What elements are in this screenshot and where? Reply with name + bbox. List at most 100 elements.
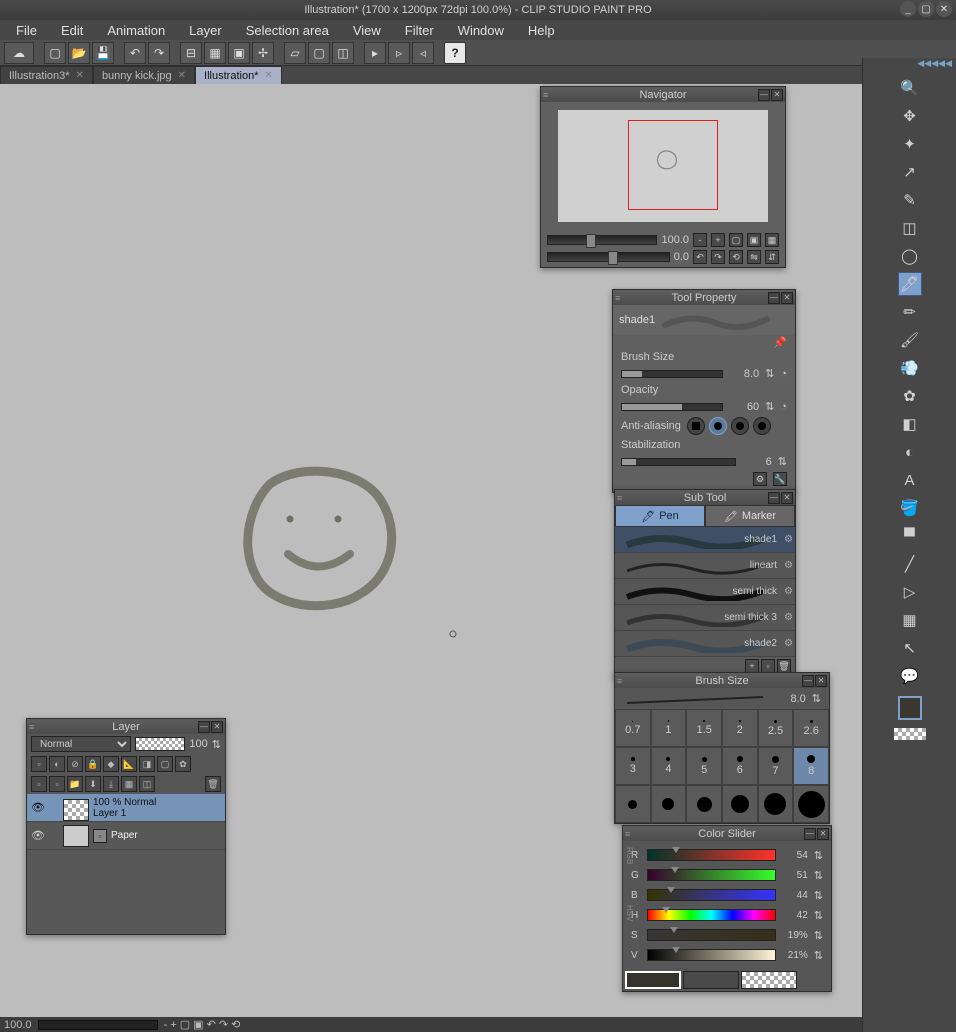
line-tool[interactable]: ╱ — [898, 552, 922, 576]
tab-2[interactable]: Illustration*✕ — [195, 66, 282, 84]
grid-button[interactable]: ▦ — [765, 233, 779, 247]
color-slider-panel[interactable]: ≡Color Slider —✕ RGB HSV R54⇅ G51⇅ B44⇅ … — [622, 825, 832, 992]
snap-ruler-button[interactable]: ▸ — [364, 42, 386, 64]
subtab-pen[interactable]: 🖊Pen — [615, 505, 705, 527]
close-icon[interactable]: ✕ — [781, 292, 793, 304]
bs-1.5[interactable]: 1.5 — [686, 709, 722, 747]
blend-mode-select[interactable]: Normal — [31, 736, 131, 752]
new-file-button[interactable]: ▢ — [44, 42, 66, 64]
color-code-button[interactable]: ◨ — [139, 756, 155, 772]
bs-7[interactable]: 7 — [758, 747, 794, 785]
h-slider[interactable] — [647, 909, 776, 921]
bs-2[interactable]: 2 — [722, 709, 758, 747]
navigator-preview[interactable] — [541, 102, 785, 230]
stepper-icon[interactable]: ⇅ — [814, 929, 823, 942]
bs-2.6[interactable]: 2.6 — [793, 709, 829, 747]
background-swatch[interactable] — [683, 971, 739, 989]
fill-fit-button[interactable]: ▣ — [747, 233, 761, 247]
close-icon[interactable]: ✕ — [211, 721, 223, 733]
navigator-view-rect[interactable] — [628, 120, 718, 210]
move-tool[interactable]: ✥ — [898, 104, 922, 128]
layer-row-0[interactable]: 👁 100 % NormalLayer 1 — [27, 794, 225, 822]
bs-4[interactable]: 4 — [651, 747, 687, 785]
balloon-tool[interactable]: 💬 — [898, 664, 922, 688]
fill-tool[interactable]: 🪣 — [898, 496, 922, 520]
maximize-button[interactable]: ▢ — [918, 1, 934, 17]
ref-layer-button[interactable]: ◆ — [103, 756, 119, 772]
stepper-icon[interactable]: ⇅ — [814, 849, 823, 862]
tab-1[interactable]: bunny kick.jpg✕ — [93, 66, 195, 84]
stabilization-slider[interactable] — [621, 458, 736, 466]
lock-alpha-button[interactable]: ⊘ — [67, 756, 83, 772]
minimize-icon[interactable]: — — [804, 828, 816, 840]
snap-grid-button[interactable]: ◃ — [412, 42, 434, 64]
b-slider[interactable] — [647, 889, 776, 901]
layer-move-tool[interactable]: ↗ — [898, 160, 922, 184]
stepper-icon[interactable]: ⇅ — [765, 400, 774, 413]
menu-icon[interactable]: ≡ — [617, 676, 622, 686]
duplicate-subtool-button[interactable]: ▫ — [761, 659, 775, 673]
clear-button[interactable]: ⊟ — [180, 42, 202, 64]
menu-help[interactable]: Help — [516, 21, 567, 40]
gear-icon[interactable]: ⚙ — [784, 534, 793, 545]
stepper-icon[interactable]: ⇅ — [814, 909, 823, 922]
add-subtool-button[interactable]: + — [745, 659, 759, 673]
palette-collapse-arrows[interactable]: ◀◀◀◀◀ — [863, 58, 956, 70]
open-file-button[interactable]: 📂 — [68, 42, 90, 64]
pencil-tool[interactable]: ✏ — [898, 300, 922, 324]
airbrush-tool[interactable]: 💨 — [898, 356, 922, 380]
menu-icon[interactable]: ≡ — [543, 90, 548, 100]
border-button[interactable]: ◫ — [332, 42, 354, 64]
lock-pixel-button[interactable]: ◐ — [49, 756, 65, 772]
crop-button[interactable]: ▢ — [308, 42, 330, 64]
ruler-tool[interactable]: ↖ — [898, 636, 922, 660]
mask-add-button[interactable]: ▦ — [121, 776, 137, 792]
new-vector-button[interactable]: ▫ — [49, 776, 65, 792]
tab-0[interactable]: Illustration3*✕ — [0, 66, 93, 84]
menu-file[interactable]: File — [4, 21, 49, 40]
gear-icon[interactable]: ⚙ — [784, 638, 793, 649]
fill-button[interactable]: ▦ — [204, 42, 226, 64]
close-icon[interactable]: ✕ — [771, 89, 783, 101]
bs-x4[interactable] — [722, 785, 758, 823]
r-slider[interactable] — [647, 849, 776, 861]
help-button[interactable]: ? — [444, 42, 466, 64]
subtool-item-3[interactable]: semi thick 3⚙ — [615, 605, 795, 631]
stepper-icon[interactable]: ⇅ — [814, 949, 823, 962]
snap-special-button[interactable]: ▹ — [388, 42, 410, 64]
new-folder-button[interactable]: 📁 — [67, 776, 83, 792]
g-slider[interactable] — [647, 869, 776, 881]
zoom-in-button[interactable]: + — [711, 233, 725, 247]
minimize-icon[interactable]: — — [198, 721, 210, 733]
status-zoom-slider[interactable] — [38, 1020, 158, 1030]
text-tool[interactable]: A — [898, 468, 922, 492]
stepper-icon[interactable]: ⇅ — [814, 889, 823, 902]
brush-tool[interactable]: 🖌 — [898, 328, 922, 352]
menu-filter[interactable]: Filter — [393, 21, 446, 40]
marquee-tool[interactable]: ◫ — [898, 216, 922, 240]
blend-tool[interactable]: ◐ — [898, 440, 922, 464]
effect-button[interactable]: ✿ — [175, 756, 191, 772]
merge-down-button[interactable]: ⤓ — [103, 776, 119, 792]
close-icon[interactable]: ✕ — [815, 675, 827, 687]
brush-size-slider[interactable] — [621, 370, 723, 378]
stepper-icon[interactable]: ⇅ — [765, 367, 774, 380]
pen-tool[interactable]: 🖊 — [898, 272, 922, 296]
v-slider[interactable] — [647, 949, 776, 961]
pin-icon[interactable]: 📌 — [773, 336, 787, 349]
minimize-icon[interactable]: — — [768, 492, 780, 504]
gear-icon[interactable]: ⚙ — [784, 560, 793, 571]
brush-size-panel[interactable]: ≡Brush Size —✕ 8.0⇅ 0.7 1 1.5 2 2.5 2.6 … — [614, 672, 830, 824]
gear-icon[interactable]: ⚙ — [784, 612, 793, 623]
ruler-vis-button[interactable]: 📐 — [121, 756, 137, 772]
minimize-icon[interactable]: — — [768, 292, 780, 304]
bs-x6[interactable] — [793, 785, 829, 823]
bs-x5[interactable] — [758, 785, 794, 823]
frame-tool[interactable]: ▦ — [898, 608, 922, 632]
bs-3[interactable]: 3 — [615, 747, 651, 785]
tool-property-panel[interactable]: ≡Tool Property —✕ shade1 📌 Brush Size 8.… — [612, 289, 796, 493]
close-icon[interactable]: ✕ — [264, 70, 272, 81]
flip-h-button[interactable]: ⇋ — [747, 250, 761, 264]
undo-button[interactable]: ↶ — [124, 42, 146, 64]
decoration-tool[interactable]: ✿ — [898, 384, 922, 408]
